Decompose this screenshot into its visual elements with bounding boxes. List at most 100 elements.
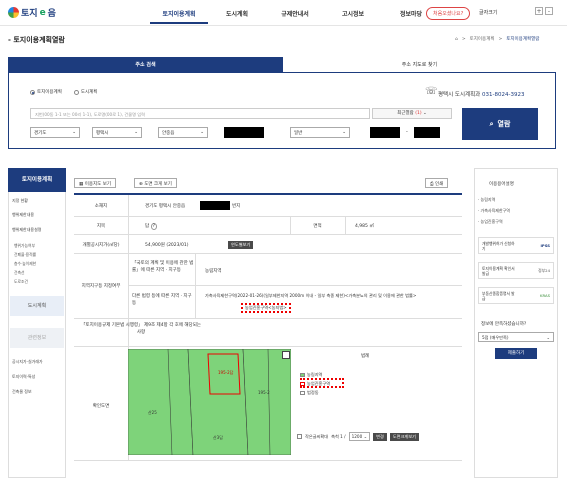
scale-change-button[interactable]: 변경 — [373, 432, 387, 441]
swatch-icon — [300, 391, 305, 395]
chevron-down-icon: ⌄ — [546, 335, 550, 340]
left-nav-sub-allowed[interactable]: 행위가능여부 — [14, 243, 35, 249]
legend-legal-dong: 법정동 — [300, 390, 319, 396]
left-nav-sub-height[interactable]: 층수·높이제한 — [14, 261, 36, 267]
map-enlarge-button[interactable]: 도면크게보기 — [389, 432, 419, 441]
tab-map-search[interactable]: 주소 지도로 찾기 — [283, 57, 556, 73]
left-nav-restriction-desc[interactable]: 행위제한내용설명 — [12, 227, 41, 233]
home-icon[interactable]: ⌂ — [455, 37, 458, 42]
ipss-logo-icon: IPSS — [540, 243, 551, 248]
map-label-2: 195-2답 — [218, 369, 234, 375]
search-button[interactable]: ⌕ 열람 — [462, 108, 538, 140]
nav-urban-plan[interactable]: 도시계획 — [208, 9, 266, 24]
text-size-plus-button[interactable]: + — [535, 7, 543, 15]
terms-title: 이용용어설명 — [489, 182, 514, 187]
map-icon: ▦ — [79, 182, 84, 187]
left-sidebar-title[interactable]: 토지이용계획 — [8, 168, 66, 192]
price-value: 54,900원 (2023/01) — [145, 243, 189, 248]
left-nav-land-history[interactable]: 토지이력·특성 — [12, 374, 35, 380]
left-nav-related-info[interactable]: 관련정보 — [10, 328, 64, 348]
sub-lot-number-redacted[interactable] — [414, 127, 440, 138]
row-divider — [74, 460, 462, 461]
big-map-button[interactable]: ⊕ 도면 크게 보기 — [134, 178, 177, 188]
nav-land-use[interactable]: 토지이용계획 — [150, 9, 208, 24]
page-title: - 토지이용계획열람 — [8, 36, 65, 44]
term-livestock[interactable]: · 가축사육제한구역 — [478, 208, 510, 214]
nav-regulation[interactable]: 규제안내서 — [266, 9, 324, 24]
price-label: 개별공시지가(㎡당) — [82, 243, 120, 248]
chevron-down-icon: ⌄ — [72, 130, 76, 135]
site-logo[interactable]: 토지 e 음 — [8, 6, 56, 19]
term-agri-area[interactable]: · 농림지역 — [478, 197, 495, 203]
recent-view-button[interactable]: 최근열람 (1) ⌄ — [372, 108, 452, 119]
parcel-map[interactable]: 산25 195-2답 195-2 산3답 — [128, 349, 291, 455]
area-label: 면적 — [313, 224, 322, 229]
help-icon: ? — [150, 223, 157, 230]
row-divider — [74, 318, 462, 319]
left-nav-sub-building-line[interactable]: 건축선 — [14, 270, 24, 276]
select-village-redacted[interactable] — [224, 127, 264, 138]
kras-logo-icon: KRAS — [540, 293, 550, 298]
select-town[interactable]: 안중읍 ⌄ — [158, 127, 208, 138]
logo-text: 토지 — [21, 9, 38, 19]
breadcrumb-current: 토지이용계획열람 — [506, 37, 540, 42]
scale-select[interactable]: 1200 ⌄ — [348, 432, 371, 441]
main-lot-number-redacted[interactable] — [370, 127, 400, 138]
search-type-radios: 토지이용계획 도시계획 — [30, 89, 97, 95]
header-divider — [0, 25, 567, 26]
select-city[interactable]: 평택시 ⌄ — [92, 127, 142, 138]
gov24-logo-icon: 정부24 — [538, 267, 550, 273]
location-label: 소재지 — [94, 204, 108, 209]
small-text-checkbox[interactable] — [297, 434, 302, 439]
left-nav-restrictions[interactable]: 행위제한내용 — [12, 212, 34, 218]
term-agri-zone[interactable]: · 농업진흥구역 — [478, 219, 503, 225]
first-visit-button[interactable]: 처음오셨나요? — [426, 7, 471, 20]
radio-urban-plan[interactable]: 도시계획 — [73, 89, 97, 95]
text-size-minus-button[interactable]: - — [545, 7, 553, 15]
select-lot-type[interactable]: 일반 ⌄ — [290, 127, 350, 138]
contact-number: 031-8024-3923 — [481, 92, 525, 98]
radio-checked-icon — [30, 89, 35, 95]
left-nav-land-price[interactable]: 공시지가·실거래가 — [12, 359, 43, 365]
map-view-button[interactable]: ▦ 이용지도 보기 — [74, 178, 116, 188]
print-icon: ⎙ — [430, 182, 434, 187]
legend-title: 범례 — [361, 354, 370, 359]
contact-info: 평택시 도시계획과 031-8024-3923 — [438, 90, 524, 98]
left-nav-urban-plan[interactable]: 도시계획 — [10, 296, 64, 316]
dev-permit-link[interactable]: 개발행위허가 신청하기 IPSS — [478, 237, 554, 254]
confirm-doc-link[interactable]: 토지이용계획 확인서 발급 정부24 — [478, 262, 554, 279]
print-button[interactable]: ⎙ 인쇄 — [425, 178, 449, 188]
chevron-down-icon: ⌄ — [342, 130, 346, 135]
row-divider — [74, 234, 462, 235]
row-divider — [74, 216, 462, 217]
chevron-down-icon: ⌄ — [200, 130, 204, 135]
text-size-label: 글자크기 — [479, 10, 498, 16]
address-input[interactable]: 지번(00동 1-1 또는 00리 1-1), 도로명(00로 1), 건물명 … — [30, 108, 370, 119]
highlighted-agri-zone[interactable]: 농업진흥구역<농지법> — [241, 303, 291, 313]
left-nav-building-info[interactable]: 건축물 정보 — [12, 389, 32, 395]
zone-label: 지역지구등 지정여부 — [81, 284, 121, 289]
nav-notice[interactable]: 고시정보 — [324, 9, 382, 24]
yearly-price-button[interactable]: 연도별보기 — [228, 241, 254, 249]
map-label-1: 산25 — [148, 409, 157, 415]
left-nav-sub-ratio[interactable]: 건폐율·용적률 — [14, 252, 36, 258]
left-nav-sub-road[interactable]: 도로조건 — [14, 279, 28, 285]
enforcement-label: 「토지이용규제 기본법 시행령」 제9조 제4항 각 호에 해당되는 사항 — [81, 323, 201, 335]
legend-agri-zone: 농업진흥구역 — [300, 381, 330, 387]
map-compass-icon — [282, 351, 290, 359]
row-divider — [74, 346, 462, 347]
radio-land-use[interactable]: 토지이용계획 — [30, 89, 62, 95]
realestate-cert-link[interactable]: 부동산종합증명서 발급 KRAS — [478, 287, 554, 304]
survey-select[interactable]: 5점 (매우만족) ⌄ — [478, 332, 554, 342]
logo-e: e — [39, 7, 46, 18]
lot-number-redacted — [200, 201, 230, 210]
breadcrumb-item[interactable]: 토지이용계획 — [470, 36, 495, 42]
survey-submit-button[interactable]: 제출하기 — [495, 348, 537, 359]
parcel-map-drawing: 산25 195-2답 195-2 산3답 — [128, 349, 291, 455]
tab-address-search[interactable]: 주소 검색 — [8, 57, 283, 73]
map-scale-controls: 작은글씨확대 축척 1 / 1200 ⌄ 변경 도면크게보기 — [297, 432, 419, 441]
chevron-down-icon: ⌄ — [134, 130, 138, 135]
select-province[interactable]: 경기도 ⌄ — [30, 127, 80, 138]
left-nav-status[interactable]: 지정 현황 — [12, 198, 28, 204]
zone-law1-value[interactable]: 농림지역 — [205, 268, 222, 274]
